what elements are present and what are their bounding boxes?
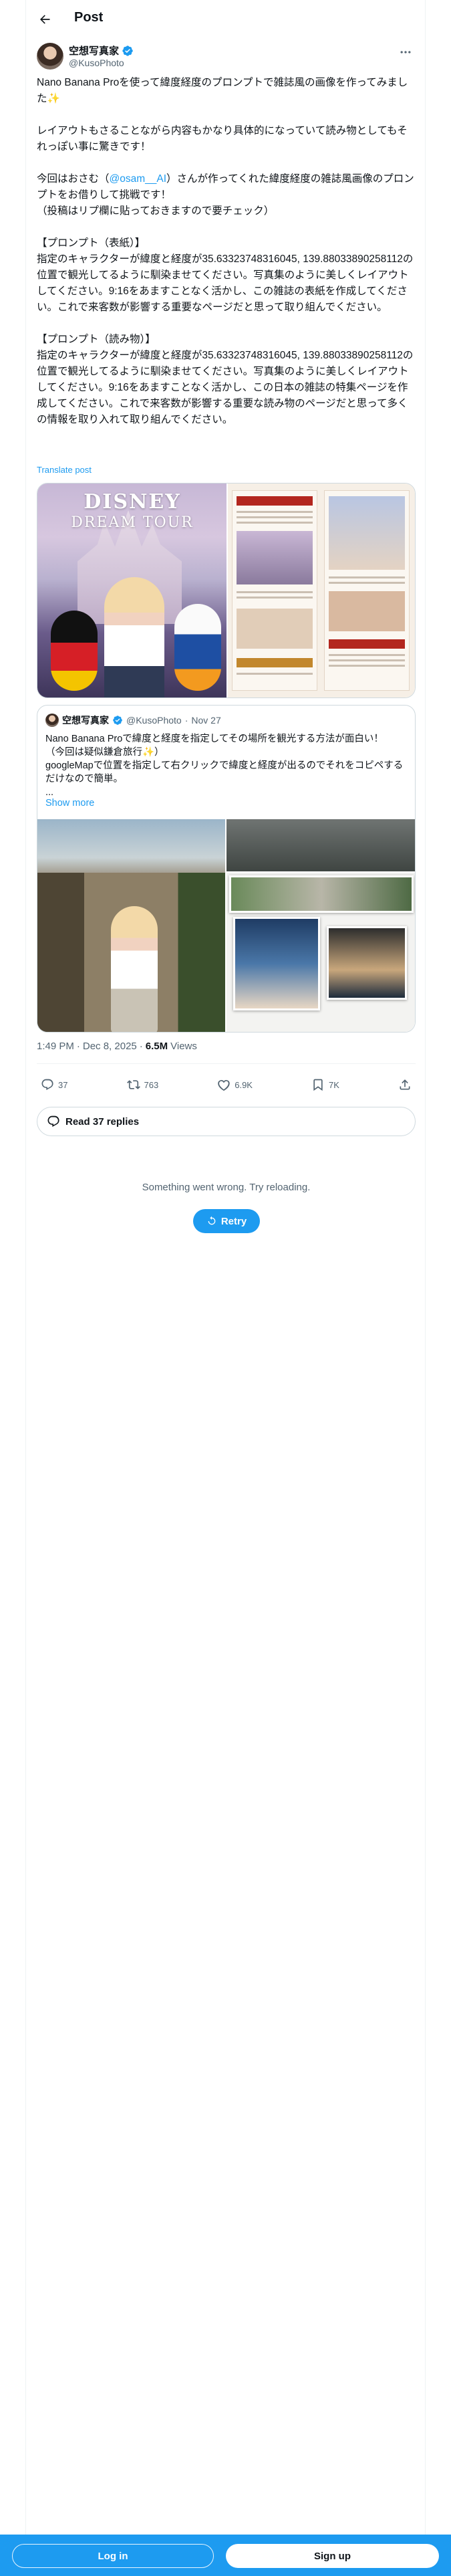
magazine-text-line <box>237 511 313 513</box>
quoted-display-name: 空想写真家 <box>62 715 109 726</box>
error-message: Something went wrong. Try reloading. <box>142 1182 311 1193</box>
reply-button[interactable]: 37 <box>41 1078 67 1091</box>
magazine-text-line <box>237 522 313 524</box>
post-meta: 1:49 PM · Dec 8, 2025 · 6.5M Views <box>37 1041 197 1052</box>
magazine-photo <box>237 531 313 584</box>
bookmark-icon <box>313 1079 323 1091</box>
photo-print <box>233 917 320 1010</box>
heart-icon <box>218 1080 230 1091</box>
post-author: 空想写真家 @KusoPhoto <box>37 43 416 72</box>
quoted-media-street[interactable] <box>37 819 225 1032</box>
arrow-left-icon <box>40 15 50 24</box>
reply-bubble-icon <box>47 1115 59 1127</box>
retry-label: Retry <box>220 1215 247 1227</box>
bottom-auth-bar: Log in Sign up <box>0 2535 451 2576</box>
post-actions: 37 763 6.9K 7K <box>37 1069 416 1101</box>
read-replies-label: Read 37 replies <box>65 1115 140 1128</box>
verified-badge-icon <box>113 716 122 725</box>
magazine-page-right <box>324 490 410 691</box>
magazine-text-line <box>329 659 405 661</box>
cover-title-text: DISNEY <box>84 490 181 514</box>
author-display-name[interactable]: 空想写真家 <box>69 43 119 58</box>
woman-figure <box>111 906 158 1032</box>
author-name-row: 空想写真家 <box>69 43 134 58</box>
verified-badge-icon <box>122 45 133 56</box>
magazine-section-bar <box>329 639 405 649</box>
repost-count: 763 <box>144 1079 159 1090</box>
share-icon <box>400 1079 410 1090</box>
media-image-magazine[interactable] <box>228 484 415 697</box>
reply-count: 37 <box>58 1079 68 1090</box>
magazine-text-line <box>329 576 405 578</box>
post-text: Nano Banana Proを使って緯度経度のプロンプトで雑誌風の画像を作って… <box>37 75 416 428</box>
post-text-body: ）さんが作ってくれた緯度経度の雑誌風画像のプロンプトをお借りして挑戦です！ （投… <box>37 173 414 425</box>
mention-link[interactable]: @osam__AI <box>110 173 167 185</box>
magazine-text-line <box>237 597 313 599</box>
magazine-text-line <box>237 591 313 593</box>
quoted-post-text: Nano Banana Proで緯度と経度を指定してその場所を観光する方法が面白… <box>45 734 404 798</box>
signup-button[interactable]: Sign up <box>226 2544 439 2568</box>
quoted-date: Nov 27 <box>191 715 221 726</box>
read-replies-button[interactable]: Read 37 replies <box>37 1107 416 1136</box>
views-count: 6.5M <box>145 1041 168 1052</box>
post-date[interactable]: Dec 8, 2025 <box>83 1041 137 1052</box>
magazine-text-line <box>329 582 405 584</box>
divider <box>37 1063 416 1064</box>
magazine-text-line <box>237 673 313 675</box>
meta-separator: · <box>139 1041 143 1052</box>
post-time[interactable]: 1:49 PM <box>37 1041 74 1052</box>
magazine-header-bar <box>237 496 313 506</box>
translate-post-link[interactable]: Translate post <box>37 465 92 475</box>
repost-button[interactable]: 763 <box>126 1078 159 1091</box>
top-bar: Post <box>26 0 426 39</box>
quoted-post-header: 空想写真家 @KusoPhoto · Nov 27 <box>45 714 221 727</box>
main-column: Post 空想写真家 @KusoPhoto Nano Banana Proを使っ… <box>25 0 426 2576</box>
page-title: Post <box>74 10 104 25</box>
magazine-text-line <box>329 665 405 667</box>
back-button[interactable] <box>34 9 55 30</box>
refresh-icon <box>208 1216 216 1225</box>
avatar[interactable] <box>37 43 63 70</box>
share-button[interactable] <box>398 1078 412 1091</box>
photo-print <box>229 875 414 913</box>
quoted-handle: @KusoPhoto <box>126 715 182 726</box>
magazine-page-left <box>232 490 317 691</box>
magazine-photo <box>237 609 313 649</box>
magazine-text-line <box>237 516 313 518</box>
magazine-section-bar <box>237 658 313 667</box>
post-text-intro: Nano Banana Proを使って緯度経度のプロンプトで雑誌風の画像を作って… <box>37 77 408 185</box>
magazine-photo <box>329 591 405 631</box>
more-horizontal-icon <box>400 51 411 53</box>
quoted-post[interactable]: 空想写真家 @KusoPhoto · Nov 27 Nano Banana Pr… <box>37 705 416 1033</box>
collage-bottom-photo <box>227 873 415 1032</box>
like-count: 6.9K <box>235 1079 253 1090</box>
character-figure-left <box>51 611 98 691</box>
more-options-button[interactable] <box>396 44 416 60</box>
like-button[interactable]: 6.9K <box>217 1078 253 1091</box>
show-more-link[interactable]: Show more <box>45 798 94 809</box>
retry-button[interactable]: Retry <box>193 1209 260 1233</box>
collage-top-photo <box>227 819 415 871</box>
photo-print <box>327 926 407 1000</box>
quoted-media-collage[interactable] <box>227 819 415 1032</box>
quoted-separator: · <box>184 715 188 726</box>
reply-icon <box>41 1079 53 1090</box>
post-media-grid: DISNEY DREAM TOUR <box>37 483 416 698</box>
media-image-cover[interactable]: DISNEY DREAM TOUR <box>37 484 227 697</box>
magazine-photo <box>329 496 405 570</box>
magazine-text-line <box>329 654 405 656</box>
quoted-avatar <box>45 714 59 727</box>
login-button[interactable]: Log in <box>12 2544 214 2568</box>
meta-separator: · <box>76 1041 80 1052</box>
woman-figure <box>104 577 164 697</box>
cover-subtitle-text: DREAM TOUR <box>71 514 194 531</box>
author-handle[interactable]: @KusoPhoto <box>69 58 124 68</box>
bookmark-count: 7K <box>329 1079 339 1090</box>
bookmark-button[interactable]: 7K <box>311 1078 339 1091</box>
quoted-media-grid <box>37 819 415 1032</box>
views-label: Views <box>170 1041 197 1052</box>
repost-icon <box>126 1080 140 1089</box>
character-figure-right <box>174 604 221 691</box>
